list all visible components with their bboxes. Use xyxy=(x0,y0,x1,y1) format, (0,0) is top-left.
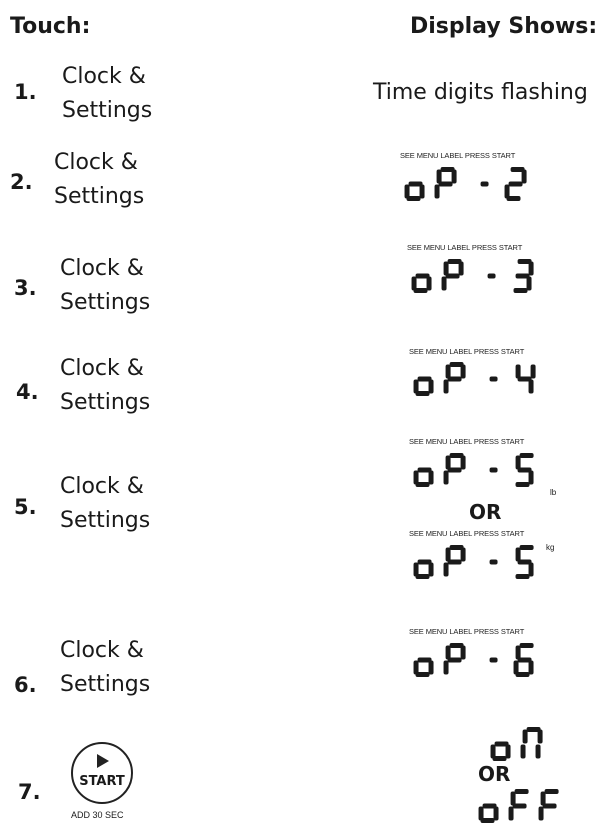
step-6-number: 6. xyxy=(14,673,37,697)
start-button-sublabel: ADD 30 SEC xyxy=(71,810,124,820)
start-button[interactable]: START xyxy=(71,742,133,804)
step-5b-display-caption: SEE MENU LABEL PRESS START xyxy=(409,529,525,538)
step-4-touch-line1: Clock & xyxy=(60,356,144,381)
step-6-touch: Clock & Settings xyxy=(60,634,150,702)
step-2-display-code xyxy=(404,167,527,201)
step-4-touch: Clock & Settings xyxy=(60,352,150,420)
step-5b-display-code xyxy=(413,545,534,579)
step-6-display-code xyxy=(413,643,534,677)
step-5-touch: Clock & Settings xyxy=(60,470,150,538)
step-5-touch-line1: Clock & xyxy=(60,474,144,499)
step-2-touch: Clock & Settings xyxy=(54,146,144,214)
step-2-number: 2. xyxy=(10,170,33,194)
step-1-number: 1. xyxy=(14,80,37,104)
step-5-touch-line2: Settings xyxy=(60,508,151,533)
step-6-display-caption: SEE MENU LABEL PRESS START xyxy=(409,627,525,636)
step-6-touch-line2: Settings xyxy=(60,672,151,697)
step-3-touch: Clock & Settings xyxy=(60,252,150,320)
step-1-touch: Clock & Settings xyxy=(62,60,152,128)
step-3-touch-line1: Clock & xyxy=(60,256,144,281)
step-1-touch-line2: Settings xyxy=(62,98,153,123)
step-2-touch-line1: Clock & xyxy=(54,150,138,175)
step-2-display-caption: SEE MENU LABEL PRESS START xyxy=(400,151,516,160)
step-1-display-text: Time digits flashing xyxy=(373,80,588,105)
step-5a-unit: lb xyxy=(550,488,557,497)
step-6-touch-line1: Clock & xyxy=(60,638,144,663)
display-column-header: Display Shows: xyxy=(410,14,598,39)
step-3-display-caption: SEE MENU LABEL PRESS START xyxy=(407,243,523,252)
step-7-display-on xyxy=(490,727,543,761)
step-3-display-code xyxy=(411,259,534,293)
step-4-touch-line2: Settings xyxy=(60,390,151,415)
step-4-display-code xyxy=(413,362,536,396)
step-5a-display-caption: SEE MENU LABEL PRESS START xyxy=(409,437,525,446)
step-5-number: 5. xyxy=(14,495,37,519)
step-1-touch-line1: Clock & xyxy=(62,64,146,89)
touch-column-header: Touch: xyxy=(10,14,91,39)
step-5b-unit: kg xyxy=(546,543,555,552)
step-4-display-caption: SEE MENU LABEL PRESS START xyxy=(409,347,525,356)
step-5-or: OR xyxy=(469,500,502,524)
step-5a-display-code xyxy=(413,453,534,487)
step-7-display-off xyxy=(478,789,559,823)
step-7-number: 7. xyxy=(18,780,41,804)
step-3-number: 3. xyxy=(14,276,37,300)
step-7-or: OR xyxy=(478,762,511,786)
play-icon xyxy=(97,754,109,768)
step-3-touch-line2: Settings xyxy=(60,290,151,315)
start-button-label: START xyxy=(79,774,125,789)
step-4-number: 4. xyxy=(16,380,39,404)
step-2-touch-line2: Settings xyxy=(54,184,145,209)
